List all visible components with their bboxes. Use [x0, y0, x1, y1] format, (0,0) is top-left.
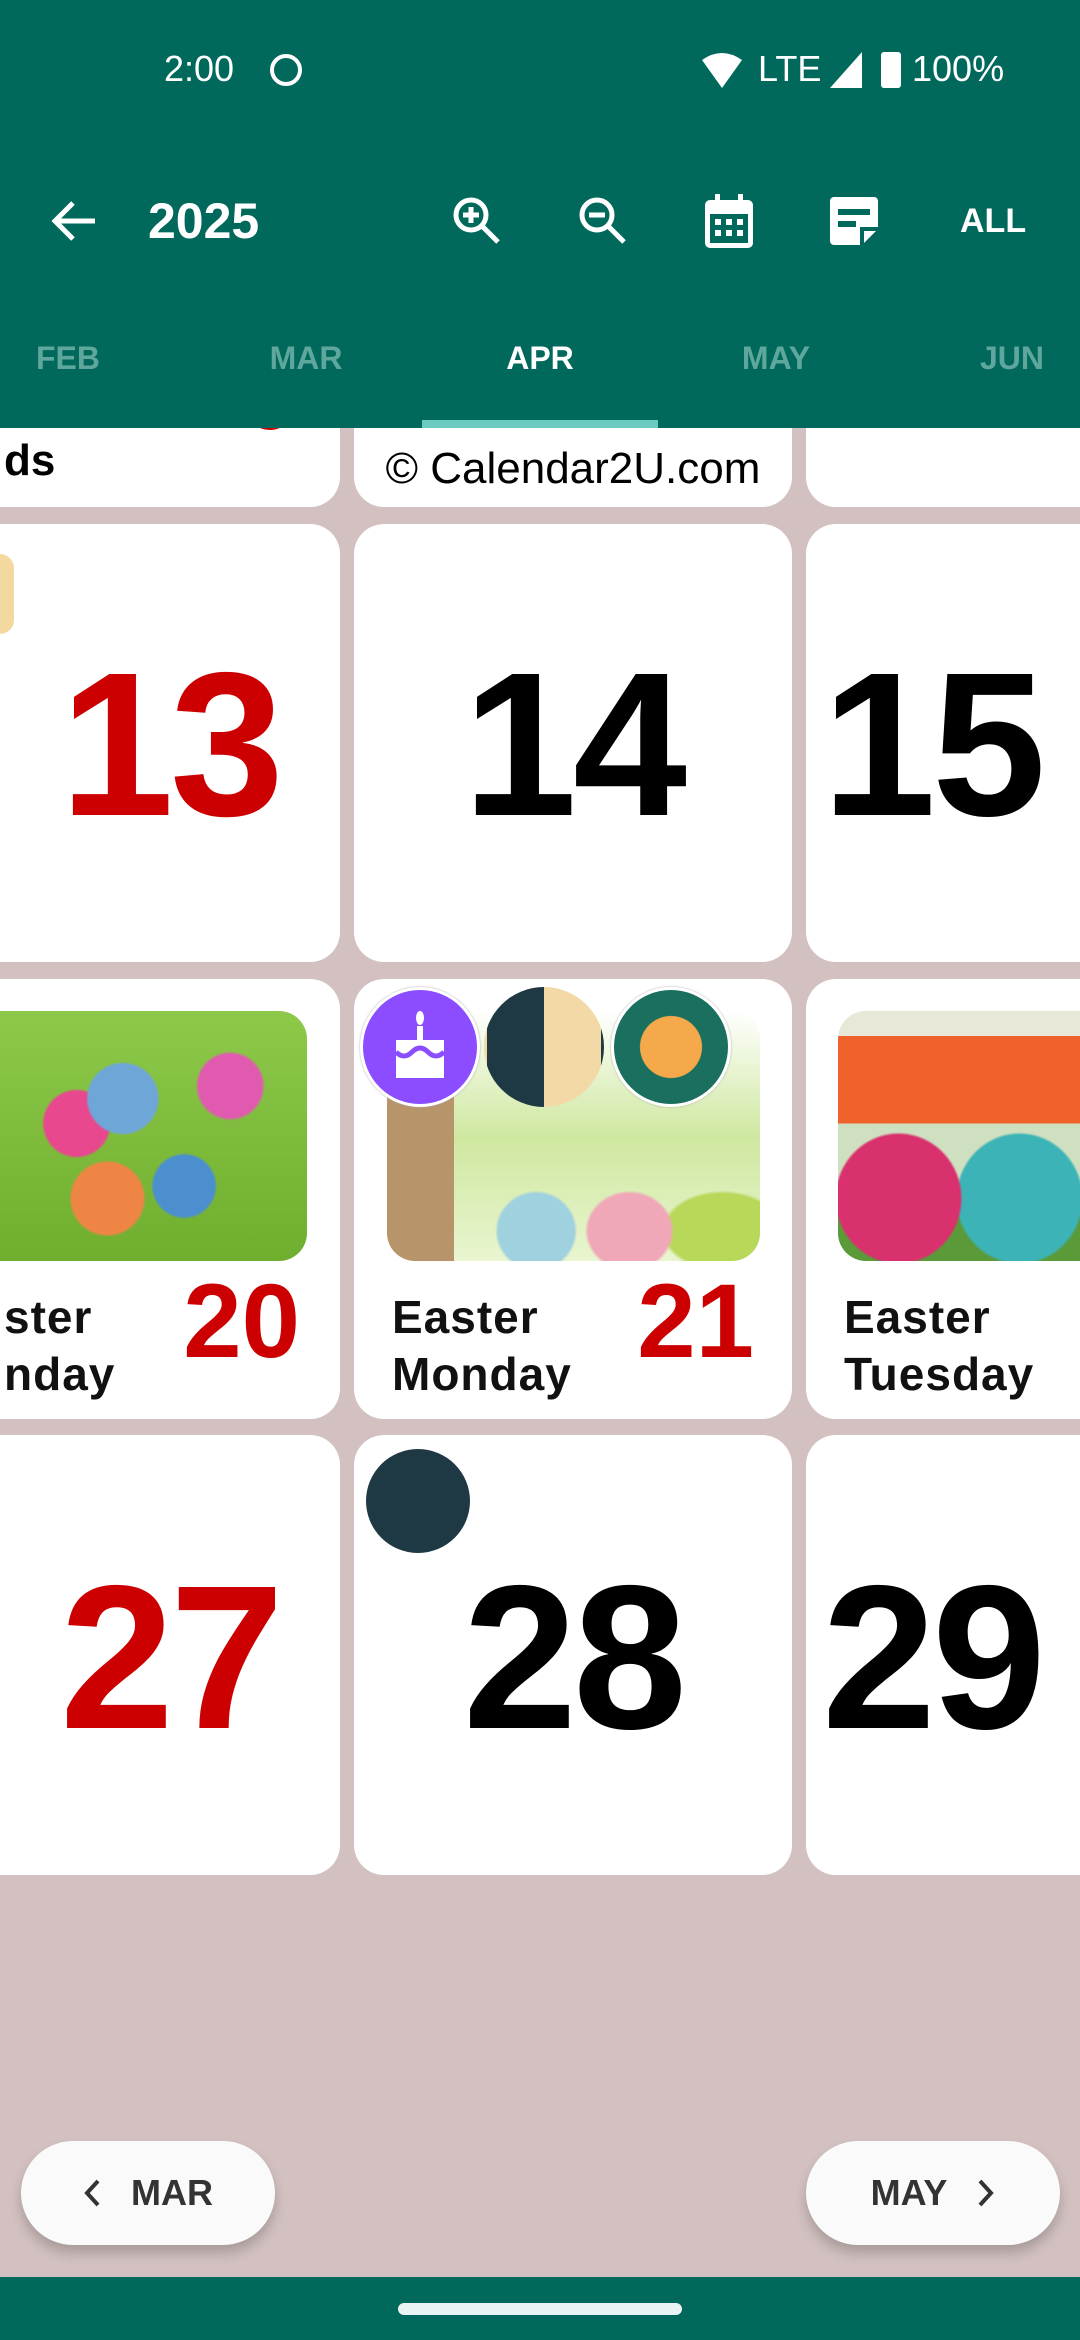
zoom-in-button[interactable]: [446, 190, 508, 252]
chevron-left-icon: [84, 2179, 100, 2207]
tab-feb[interactable]: FEB: [0, 340, 136, 377]
holiday-label-line: nday: [4, 1348, 116, 1400]
status-time: 2:00: [164, 48, 235, 89]
tab-jun[interactable]: JUN: [944, 340, 1080, 377]
calendar-button[interactable]: [698, 190, 760, 252]
day-number: 27: [59, 1543, 284, 1772]
tab-mar[interactable]: MAR: [188, 340, 424, 377]
pancake-icon: [611, 987, 731, 1107]
calendar-icon: [705, 194, 753, 248]
next-month-label: MAY: [870, 2172, 948, 2213]
next-month-button[interactable]: MAY: [806, 2141, 1060, 2245]
holiday-label: Easter Monday: [392, 1289, 572, 1403]
day-card-22[interactable]: Easter Tuesday: [806, 979, 1080, 1419]
holiday-label: ster nday: [4, 1289, 115, 1403]
notes-button[interactable]: [823, 190, 885, 252]
signal-icon: [830, 52, 862, 88]
day-card-15[interactable]: 15: [806, 524, 1080, 962]
wifi-icon: [702, 53, 742, 88]
day-card-27[interactable]: 27: [0, 1435, 340, 1875]
all-button[interactable]: ALL: [960, 202, 1026, 241]
day-number: 13: [59, 630, 284, 859]
back-button[interactable]: [44, 190, 104, 252]
zoom-out-button[interactable]: [572, 190, 634, 252]
arrow-back-icon: [51, 201, 95, 241]
day-number: 15: [822, 630, 1046, 859]
new-moon-icon: [366, 1449, 470, 1553]
day-card-29[interactable]: 29: [806, 1435, 1080, 1875]
full-moon-icon: [0, 554, 14, 634]
day-number: 28: [462, 1543, 687, 1772]
system-nav-bar: [0, 2277, 1080, 2340]
day-number: 20: [183, 1263, 300, 1380]
tab-indicator: [422, 420, 658, 428]
battery-level: 100%: [912, 48, 1005, 89]
app-header: 2:00 LTE 100% 2025 ALL FEB MAR APR MAY J…: [0, 0, 1080, 428]
holiday-label-line: Easter: [392, 1291, 539, 1343]
network-type: LTE: [758, 48, 822, 89]
easter-eggs-image: [0, 1011, 307, 1261]
day-card-21[interactable]: Easter Monday 21: [354, 979, 792, 1419]
page-title: 2025: [148, 193, 260, 249]
day-number: 14: [462, 630, 687, 859]
day-card-14[interactable]: 14: [354, 524, 792, 962]
first-quarter-moon-icon: [484, 987, 604, 1107]
prev-month-button[interactable]: MAR: [21, 2141, 275, 2245]
day-number: 29: [822, 1543, 1046, 1772]
day-card-20[interactable]: ster nday 20: [0, 979, 340, 1419]
home-handle[interactable]: [398, 2303, 682, 2315]
day-card-28[interactable]: 28: [354, 1435, 792, 1875]
birthday-cake-icon: [360, 987, 480, 1107]
holiday-label-line: Monday: [392, 1348, 572, 1400]
day-card-13[interactable]: 13: [0, 524, 340, 962]
notification-icon: [270, 54, 302, 86]
day-number: 21: [637, 1263, 754, 1380]
holiday-label-line: Tuesday: [844, 1348, 1035, 1400]
copyright-text: © Calendar2U.com: [385, 444, 761, 493]
note-icon: [830, 197, 878, 245]
battery-icon: [881, 52, 901, 88]
prev-month-label: MAR: [131, 2172, 213, 2213]
tab-may[interactable]: MAY: [658, 340, 894, 377]
tab-apr[interactable]: APR: [422, 340, 658, 377]
zoom-in-icon: [453, 197, 500, 244]
day-label: ds: [4, 436, 56, 485]
chevron-right-icon: [978, 2179, 995, 2207]
zoom-out-icon: [579, 197, 626, 244]
holiday-label: Easter Tuesday: [844, 1289, 1034, 1403]
holiday-label-line: Easter: [844, 1291, 991, 1343]
easter-tuesday-image: [838, 1011, 1080, 1261]
holiday-label-line: ster: [4, 1291, 93, 1343]
